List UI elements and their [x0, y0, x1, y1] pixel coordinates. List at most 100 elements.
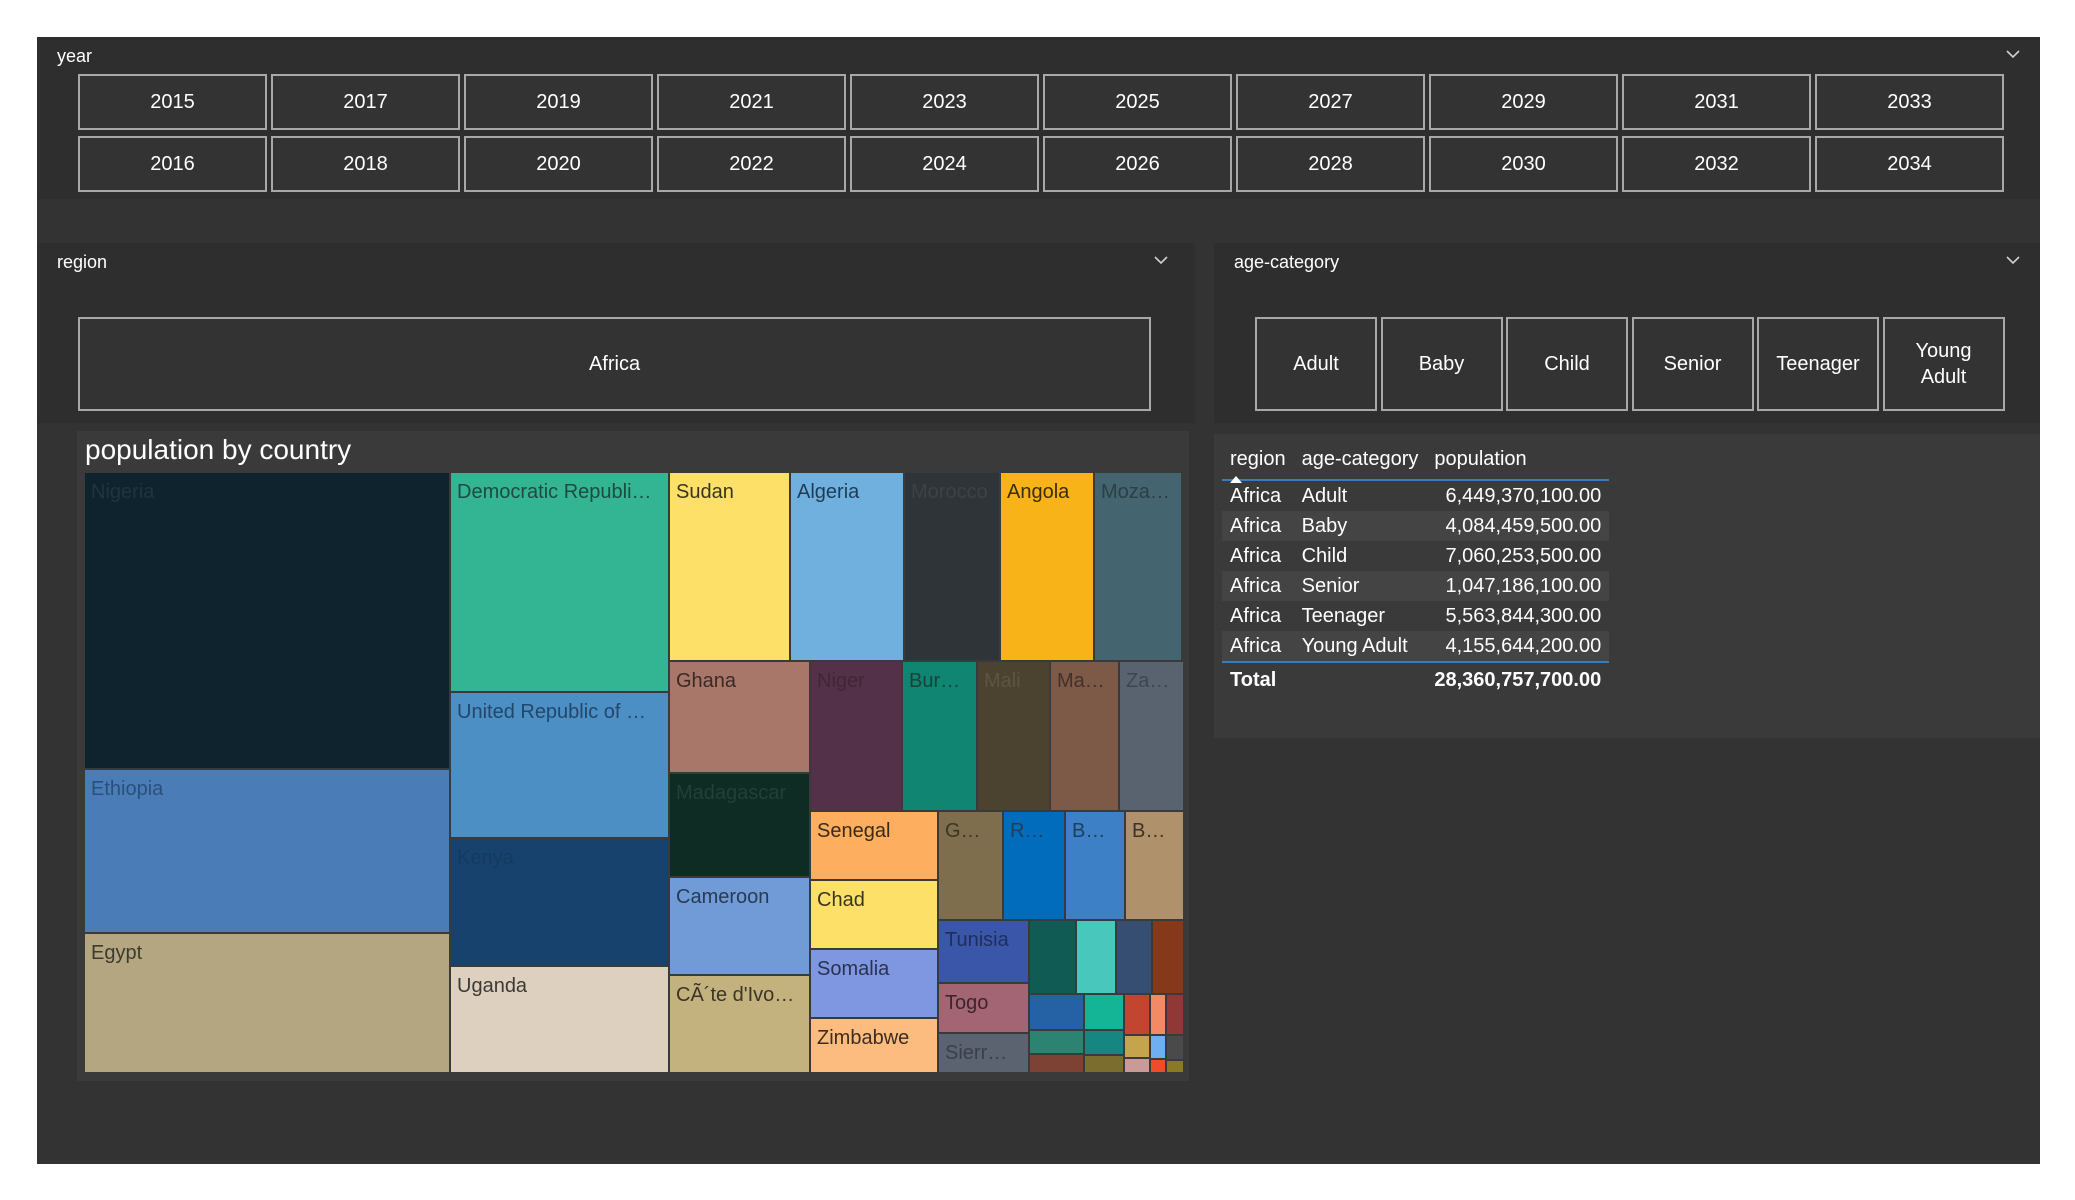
treemap-label: B… [1132, 820, 1165, 842]
treemap-label: Zimbabwe [817, 1027, 909, 1049]
treemap-tile[interactable] [1167, 1036, 1183, 1059]
year-tile-2029[interactable]: 2029 [1429, 74, 1618, 130]
table-row: Africa Senior 1,047,186,100.00 [1222, 571, 1610, 601]
year-tile-2027[interactable]: 2027 [1236, 74, 1425, 130]
table-cell: Baby [1293, 511, 1427, 541]
treemap-label: Chad [817, 889, 865, 911]
table-cell: Africa [1222, 511, 1294, 541]
treemap-label: Bur… [909, 670, 960, 692]
chevron-down-icon[interactable] [1154, 252, 1168, 265]
treemap-label: Somalia [817, 958, 890, 980]
table-cell: Child [1301, 544, 1348, 567]
age-tile-baby[interactable]: Baby [1380, 317, 1503, 411]
chart-title: population by country [85, 434, 352, 465]
treemap-tile[interactable] [1077, 921, 1115, 993]
population-table: region age-category population Africa Adu… [1222, 446, 1610, 695]
age-tile-label: Teenager [1776, 353, 1860, 375]
year-tile-2018[interactable]: 2018 [271, 136, 460, 192]
year-tile-2015[interactable]: 2015 [78, 74, 267, 130]
treemap-tile[interactable] [1125, 1036, 1149, 1057]
treemap-tile[interactable] [1151, 1036, 1165, 1058]
treemap-label: Algeria [797, 481, 860, 503]
total-value: 28,360,757,700.00 [1434, 668, 1602, 691]
year-tile-2024[interactable]: 2024 [850, 136, 1039, 192]
treemap-label: G… [945, 820, 981, 842]
year-tile-2030[interactable]: 2030 [1429, 136, 1618, 192]
treemap-tile[interactable] [85, 473, 449, 768]
table-row: Africa Adult 6,449,370,100.00 [1222, 480, 1609, 511]
treemap-label: Togo [945, 992, 988, 1014]
year-tile-2023[interactable]: 2023 [850, 74, 1039, 130]
year-tile-2031[interactable]: 2031 [1622, 74, 1811, 130]
treemap-label: Morocco [911, 481, 988, 503]
treemap-tile[interactable] [1151, 995, 1165, 1034]
table-cell: 1,047,186,100.00 [1426, 571, 1610, 601]
treemap-tile[interactable] [1125, 1059, 1149, 1072]
chevron-down-icon[interactable] [2006, 252, 2020, 265]
treemap-label: Niger [817, 670, 865, 692]
year-tile-2017[interactable]: 2017 [271, 74, 460, 130]
year-slicer-title: year [57, 46, 93, 66]
age-tile-child[interactable]: Child [1506, 317, 1628, 411]
age-tile-teenager[interactable]: Teenager [1757, 317, 1879, 411]
column-header-age-category[interactable]: age-category [1293, 446, 1427, 481]
year-tile-2021[interactable]: 2021 [657, 74, 846, 130]
treemap-tile[interactable] [1117, 921, 1151, 993]
table-row: Africa Baby 4,084,459,500.00 [1222, 511, 1610, 541]
table-row: Africa Child 7,060,253,500.00 [1222, 541, 1609, 571]
treemap-visual: Nigeria Ethiopia Egypt Democratic Republi… U… [77, 431, 1189, 1081]
treemap-tile[interactable] [1085, 995, 1123, 1029]
age-tile-young-adult[interactable]: Young Adult [1882, 317, 2005, 411]
table-cell: Senior [1293, 571, 1427, 601]
year-tile-2019[interactable]: 2019 [464, 74, 653, 130]
year-tile-2033[interactable]: 2033 [1815, 74, 2004, 130]
treemap-label: Egypt [91, 942, 143, 964]
treemap-label: Nigeria [91, 481, 155, 503]
treemap-tile[interactable] [1030, 1031, 1083, 1053]
treemap-tile[interactable] [1167, 995, 1183, 1034]
year-tile-2022[interactable]: 2022 [657, 136, 846, 192]
age-tile-senior[interactable]: Senior [1631, 317, 1754, 411]
column-header-region[interactable]: region [1222, 446, 1294, 483]
region-tile-africa[interactable]: Africa [78, 317, 1151, 411]
treemap-label: Mali [984, 670, 1021, 692]
chevron-down-icon[interactable] [2006, 46, 2020, 59]
treemap-tile[interactable] [1030, 995, 1083, 1029]
treemap-tile[interactable] [1085, 1031, 1123, 1054]
treemap-label: United Republic of … [457, 701, 646, 723]
age-tile-adult[interactable]: Adult [1255, 317, 1377, 411]
treemap-label: Ethiopia [91, 778, 164, 800]
column-header-population[interactable]: population [1426, 446, 1610, 481]
table-cell: 5,563,844,300.00 [1445, 604, 1602, 627]
treemap-svg: Nigeria Ethiopia Egypt Democratic Republi… U… [85, 473, 1183, 1072]
treemap-tile[interactable] [1151, 1060, 1165, 1072]
treemap-tile[interactable] [451, 473, 668, 691]
year-tile-2016[interactable]: 2016 [78, 136, 267, 192]
region-slicer: region Africa [37, 243, 1195, 423]
treemap-label: Sierr… [945, 1042, 1007, 1064]
treemap-label: Madagascar [676, 782, 786, 804]
year-tile-2025[interactable]: 2025 [1043, 74, 1232, 130]
sort-ascending-icon[interactable] [1230, 476, 1242, 483]
treemap-tile[interactable] [1030, 921, 1075, 993]
treemap-label: Uganda [457, 975, 528, 997]
year-tile-2026[interactable]: 2026 [1043, 136, 1232, 192]
year-tile-2032[interactable]: 2032 [1622, 136, 1811, 192]
year-tile-2034[interactable]: 2034 [1815, 136, 2004, 192]
treemap-tile[interactable] [1153, 921, 1183, 993]
treemap-tile[interactable] [1167, 1061, 1183, 1072]
year-tile-label: 2020 [536, 153, 581, 175]
table-row: Africa Young Adult 4,155,644,200.00 [1222, 631, 1610, 663]
year-tile-label: 2021 [729, 91, 774, 113]
treemap-tile[interactable] [1030, 1055, 1083, 1072]
table-cell: Teenager [1301, 604, 1386, 627]
year-tile-label: 2019 [536, 91, 581, 113]
year-tile-2028[interactable]: 2028 [1236, 136, 1425, 192]
treemap-label: Angola [1007, 481, 1070, 503]
year-tile-2020[interactable]: 2020 [464, 136, 653, 192]
age-slicer-title: age-category [1234, 252, 1340, 272]
year-slicer: year 2015 2017 2019 2021 2023 2025 2027 2029 203… [37, 37, 2040, 199]
treemap-tile[interactable] [1085, 1056, 1123, 1072]
treemap-tile[interactable] [1125, 995, 1149, 1034]
year-tile-label: 2026 [1115, 153, 1160, 175]
